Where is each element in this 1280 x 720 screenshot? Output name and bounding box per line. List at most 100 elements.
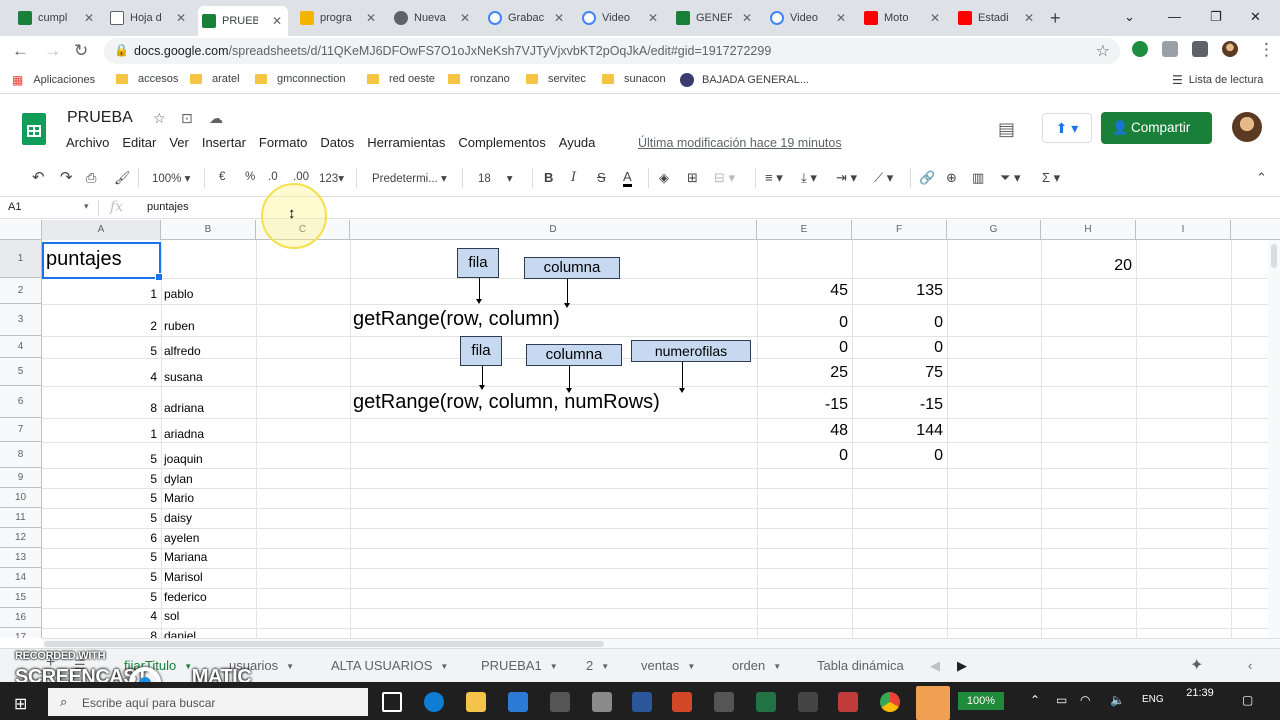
insert-comment-icon[interactable]: ⊕ <box>946 170 957 186</box>
horizontal-scroll-thumb[interactable] <box>44 641 604 647</box>
fill-color-icon[interactable]: ◈ <box>659 170 669 186</box>
screencast-app-icon[interactable] <box>916 686 950 720</box>
row-header-11[interactable]: 11 <box>0 508 42 528</box>
annotation-box-columna-2[interactable]: columna <box>526 344 622 366</box>
menu-datos[interactable]: Datos <box>320 135 354 150</box>
excel-icon[interactable] <box>756 692 776 712</box>
name-box-dropdown-icon[interactable]: ▾ <box>84 201 89 212</box>
cloud-status-icon[interactable]: ☁ <box>209 110 223 127</box>
close-icon[interactable]: ✕ <box>272 14 282 28</box>
cell-a4[interactable]: 5 <box>42 344 157 358</box>
annotation-box-columna[interactable]: columna <box>524 257 620 279</box>
task-view-icon[interactable] <box>382 692 402 712</box>
select-all-corner[interactable] <box>0 220 42 240</box>
cell-a2[interactable]: 1 <box>42 287 157 301</box>
cell-f2[interactable]: 135 <box>852 282 943 300</box>
print-icon[interactable]: ⎙ <box>86 170 96 186</box>
increase-decimals-button[interactable]: .00 <box>293 171 309 183</box>
bookmark-sunacon[interactable]: sunacon <box>602 73 666 85</box>
name-box[interactable]: A1 <box>8 201 21 213</box>
cell-e5[interactable]: 25 <box>757 364 848 382</box>
bookmark-accesos[interactable]: accesos <box>116 73 178 85</box>
menu-archivo[interactable]: Archivo <box>66 135 109 150</box>
scroll-tabs-left-icon[interactable]: ◀ <box>930 658 940 674</box>
cell-a15[interactable]: 5 <box>42 590 157 604</box>
code-getrange-row-column-numrows[interactable]: getRange(row, column, numRows) <box>353 391 660 414</box>
back-arrow-icon[interactable]: ← <box>12 41 29 61</box>
row-header-7[interactable]: 7 <box>0 418 42 442</box>
cell-b15[interactable]: federico <box>164 590 207 604</box>
currency-format-button[interactable]: € <box>219 171 225 183</box>
close-icon[interactable]: ✕ <box>176 11 186 25</box>
media-icon[interactable] <box>838 692 858 712</box>
borders-icon[interactable]: ⊞ <box>687 170 698 186</box>
close-icon[interactable]: ✕ <box>366 11 376 25</box>
annotation-box-fila-2[interactable]: fila <box>460 336 502 366</box>
puzzle-extension-icon[interactable] <box>1192 41 1208 57</box>
cell-b2[interactable]: pablo <box>164 287 193 301</box>
address-bar[interactable]: 🔒 docs.google.com/spreadsheets/d/11QKeMJ… <box>104 38 1120 64</box>
cell-f7[interactable]: 144 <box>852 422 943 440</box>
cell-b13[interactable]: Mariana <box>164 550 207 564</box>
window-close-icon[interactable]: ✕ <box>1250 9 1261 25</box>
sheets-logo-icon[interactable] <box>22 113 46 145</box>
code-getrange-row-column[interactable]: getRange(row, column) <box>353 308 560 331</box>
word-icon[interactable] <box>632 692 652 712</box>
text-rotation-icon[interactable]: ⟋ ▾ <box>874 170 893 186</box>
paint-format-icon[interactable]: 🖌 <box>114 170 131 186</box>
vertical-align-icon[interactable]: ⤓ ▾ <box>801 170 817 186</box>
browser-tab-6[interactable]: Grabac ✕ <box>484 8 570 28</box>
cell-a13[interactable]: 5 <box>42 550 157 564</box>
account-avatar[interactable] <box>1232 112 1262 142</box>
cell-a17[interactable]: 8 <box>42 629 157 638</box>
annotation-box-numerofilas[interactable]: numerofilas <box>631 340 751 362</box>
menu-editar[interactable]: Editar <box>122 135 156 150</box>
close-icon[interactable]: ✕ <box>554 11 564 25</box>
collapse-toolbar-icon[interactable]: ⌃ <box>1256 170 1267 186</box>
cell-a14[interactable]: 5 <box>42 570 157 584</box>
row-header-4[interactable]: 4 <box>0 336 42 358</box>
browser-tab-11[interactable]: Estadi ✕ <box>954 8 1040 28</box>
row-header-9[interactable]: 9 <box>0 468 42 488</box>
browser-tab-2[interactable]: Hoja d ✕ <box>106 8 192 28</box>
functions-icon[interactable]: Σ ▾ <box>1042 170 1060 186</box>
notifications-icon[interactable]: ▢ <box>1242 693 1253 707</box>
bookmark-apps[interactable]: ▦ Aplicaciones <box>12 73 95 87</box>
cell-b11[interactable]: daisy <box>164 511 192 525</box>
chrome-icon[interactable] <box>880 692 900 712</box>
font-family-select[interactable]: Predetermi... ▾ <box>372 171 456 185</box>
app-icon[interactable] <box>592 692 612 712</box>
row-header-17[interactable]: 17 <box>0 628 42 638</box>
tab-search-icon[interactable]: ⌄ <box>1124 9 1135 25</box>
cell-a7[interactable]: 1 <box>42 427 157 441</box>
browser-tab-7[interactable]: Video ✕ <box>578 8 664 28</box>
close-icon[interactable]: ✕ <box>84 11 94 25</box>
insert-link-icon[interactable]: 🔗 <box>919 170 935 186</box>
cell-b8[interactable]: joaquin <box>164 452 203 466</box>
browser-tab-active[interactable]: PRUEB ✕ <box>198 6 288 36</box>
formula-input[interactable]: puntajes <box>147 201 189 213</box>
side-panel-toggle-icon[interactable]: ‹ <box>1248 658 1252 673</box>
column-header-a[interactable]: A <box>42 220 161 240</box>
close-icon[interactable]: ✕ <box>836 11 846 25</box>
close-icon[interactable]: ✕ <box>742 11 752 25</box>
cell-f6[interactable]: -15 <box>852 396 943 414</box>
column-header-h[interactable]: H <box>1041 220 1136 240</box>
column-header-b[interactable]: B <box>161 220 256 240</box>
last-edit-link[interactable]: Última modificación hace 19 minutos <box>638 136 842 150</box>
cell-b17[interactable]: daniel <box>164 629 196 638</box>
cell-b16[interactable]: sol <box>164 609 179 623</box>
insert-chart-icon[interactable]: ▥ <box>972 170 984 186</box>
browser-tab-5[interactable]: Nueva ✕ <box>390 8 476 28</box>
cell-e6[interactable]: -15 <box>757 396 848 414</box>
browser-tab-1[interactable]: cumpl ✕ <box>14 8 100 28</box>
close-icon[interactable]: ✕ <box>460 11 470 25</box>
merge-cells-icon[interactable]: ⊟ ▾ <box>714 170 735 186</box>
share-button[interactable]: 👤 Compartir <box>1101 112 1212 144</box>
column-header-f[interactable]: F <box>852 220 947 240</box>
cell-b10[interactable]: Mario <box>164 491 194 505</box>
bookmark-ronzano[interactable]: ronzano <box>448 73 510 85</box>
text-color-button[interactable]: A <box>623 170 632 187</box>
column-header-g[interactable]: G <box>947 220 1041 240</box>
taskbar-clock[interactable]: 21:39 <box>1180 687 1220 699</box>
